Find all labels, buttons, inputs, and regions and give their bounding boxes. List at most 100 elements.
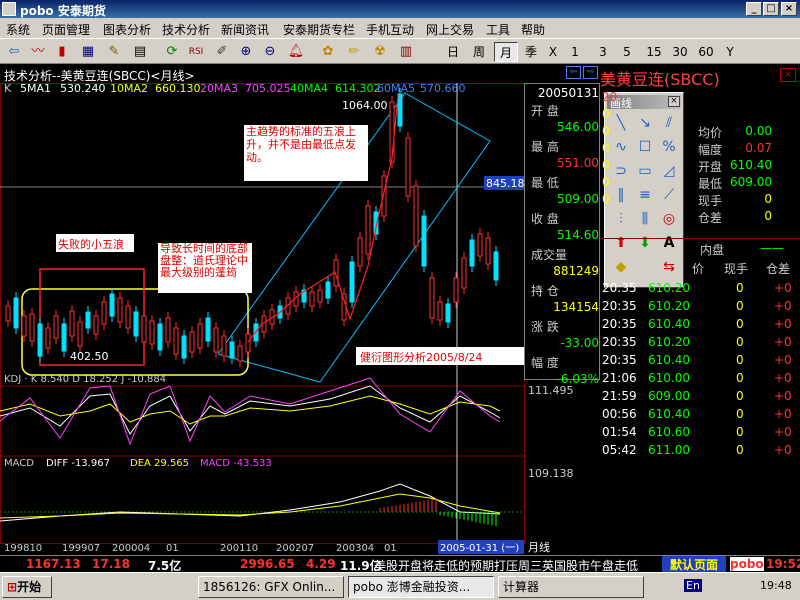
menu-column[interactable]: 安泰期货专栏 bbox=[283, 21, 355, 38]
menu-help[interactable]: 帮助 bbox=[521, 21, 545, 38]
trade-vol: 0 bbox=[736, 335, 744, 349]
candle bbox=[189, 331, 195, 353]
period-60[interactable]: 60 bbox=[695, 42, 717, 62]
candle bbox=[165, 317, 171, 343]
menu-mobile[interactable]: 手机互动 bbox=[366, 21, 414, 38]
book-icon[interactable]: ▥ bbox=[396, 42, 416, 62]
candle bbox=[429, 277, 435, 319]
menu-page[interactable]: 页面管理 bbox=[42, 21, 90, 38]
ticker-bar: 1167.13 17.18 7.5亿 2996.65 4.29 11.9亿 美股开盘将走低… bbox=[0, 555, 800, 573]
radiation-icon[interactable]: ☢ bbox=[370, 42, 390, 62]
tray-lang[interactable]: En bbox=[684, 579, 702, 592]
marker-icon[interactable]: ✏ bbox=[344, 42, 364, 62]
menu-tools[interactable]: 工具 bbox=[486, 21, 510, 38]
candle bbox=[133, 311, 139, 337]
period-5[interactable]: 5 bbox=[618, 42, 636, 62]
trade-price: 610.40 bbox=[648, 353, 690, 367]
left-value: 0 bbox=[602, 158, 610, 172]
draw-pen-icon[interactable]: ✐ bbox=[212, 42, 232, 62]
close-button[interactable]: × bbox=[781, 2, 797, 16]
windows-logo-icon: ⊞ bbox=[7, 580, 18, 594]
ticker-value: 1167.13 bbox=[26, 557, 81, 571]
candle bbox=[213, 327, 219, 353]
grid-icon[interactable]: ▤ bbox=[130, 42, 150, 62]
trade-vol: 0 bbox=[736, 299, 744, 313]
minimize-button[interactable]: _ bbox=[746, 2, 762, 16]
info-value: -6.03% bbox=[556, 372, 599, 386]
trade-price: 611.00 bbox=[648, 443, 690, 457]
period-month[interactable]: 月 bbox=[494, 42, 518, 62]
task-gfx[interactable]: 1856126: GFX Onlin... bbox=[198, 576, 344, 598]
alarm-icon[interactable]: 🔔︎ bbox=[286, 42, 306, 62]
candle bbox=[461, 257, 467, 289]
stat-label: 仓差 bbox=[698, 211, 723, 225]
candle bbox=[485, 237, 491, 265]
candle bbox=[117, 297, 123, 323]
ticker-value: 17.18 bbox=[92, 557, 130, 571]
task-pobo[interactable]: pobo 澎博金融投资... bbox=[348, 576, 494, 598]
trend-note: 主趋势的标准的五浪上升，并不是由最低点发动。 bbox=[246, 125, 356, 164]
rsi-icon[interactable]: RSI bbox=[186, 42, 206, 62]
zoom-out-icon[interactable]: ⊖ bbox=[260, 42, 280, 62]
macd-value: MACD -43.533 bbox=[200, 458, 272, 469]
candle bbox=[5, 305, 11, 322]
menu-news[interactable]: 新闻资讯 bbox=[221, 21, 269, 38]
window-title: pobo 安泰期货 bbox=[20, 4, 106, 18]
low-label: 402.50 bbox=[70, 350, 109, 363]
trade-time: 20:35 bbox=[602, 299, 637, 313]
menu-chart[interactable]: 图表分析 bbox=[103, 21, 151, 38]
clock: 19:48 bbox=[760, 579, 792, 592]
trade-time: 20:35 bbox=[602, 353, 637, 367]
trade-chg: +0 bbox=[774, 317, 792, 331]
candle bbox=[93, 315, 99, 335]
candle bbox=[437, 301, 443, 321]
trade-time: 21:06 bbox=[602, 371, 637, 385]
trade-time: 20:35 bbox=[602, 317, 637, 331]
refresh-icon[interactable]: ⟳ bbox=[162, 42, 182, 62]
period-x[interactable]: X bbox=[544, 42, 562, 62]
start-button[interactable]: ⊞开始 bbox=[2, 576, 52, 598]
period-1[interactable]: 1 bbox=[566, 42, 584, 62]
stat-label: 现手 bbox=[698, 194, 723, 208]
stat-label: 最低 bbox=[698, 177, 723, 191]
trade-price: 610.40 bbox=[648, 407, 690, 421]
menu-trade[interactable]: 网上交易 bbox=[426, 21, 474, 38]
menu-tech[interactable]: 技术分析 bbox=[162, 21, 210, 38]
trade-chg: +0 bbox=[774, 299, 792, 313]
trade-time: 05:42 bbox=[602, 443, 637, 457]
maximize-button[interactable]: □ bbox=[763, 2, 779, 16]
period-week[interactable]: 周 bbox=[468, 42, 490, 62]
trade-chg: +0 bbox=[774, 425, 792, 439]
back-icon[interactable]: ⇦ bbox=[4, 42, 24, 62]
panel-close-icon[interactable]: × bbox=[780, 68, 796, 82]
default-page-button[interactable]: 默认页面 bbox=[662, 556, 726, 572]
menu-bar: 系统 页面管理 图表分析 技术分析 新闻资讯 安泰期货专栏 手机互动 网上交易 … bbox=[0, 18, 800, 38]
candle bbox=[229, 341, 235, 359]
info-label: 涨 跌 bbox=[531, 320, 559, 334]
zoom-in-icon[interactable]: ⊕ bbox=[236, 42, 256, 62]
bar-chart-icon[interactable]: ▮ bbox=[52, 42, 72, 62]
candle bbox=[493, 251, 499, 281]
kdj-readout: KDJ · K 8.540 D 18.252 J -10.884 bbox=[4, 374, 166, 385]
period-30[interactable]: 30 bbox=[669, 42, 691, 62]
col-chg: 仓差 bbox=[766, 262, 791, 276]
candle bbox=[141, 315, 147, 343]
period-day[interactable]: 日 bbox=[442, 42, 464, 62]
period-quarter[interactable]: 季 bbox=[520, 42, 542, 62]
cookie-icon[interactable]: ✿ bbox=[318, 42, 338, 62]
candle bbox=[357, 237, 363, 267]
trade-price: 610.40 bbox=[648, 317, 690, 331]
period-3[interactable]: 3 bbox=[594, 42, 612, 62]
note-icon[interactable]: ✎ bbox=[104, 42, 124, 62]
menu-system[interactable]: 系统 bbox=[6, 21, 30, 38]
small-wave-note: 失败的小五浪 bbox=[58, 238, 124, 251]
table-icon[interactable]: ▦ bbox=[78, 42, 98, 62]
app-icon bbox=[2, 2, 16, 16]
period-y[interactable]: Y bbox=[721, 42, 739, 62]
left-value: 0 bbox=[602, 107, 610, 121]
x-tick-label: 200207 bbox=[276, 543, 314, 554]
period-15[interactable]: 15 bbox=[643, 42, 665, 62]
task-calc[interactable]: 计算器 bbox=[498, 576, 644, 598]
line-chart-icon[interactable]: 〰 bbox=[28, 42, 48, 62]
info-date: 20050131 bbox=[537, 86, 599, 100]
